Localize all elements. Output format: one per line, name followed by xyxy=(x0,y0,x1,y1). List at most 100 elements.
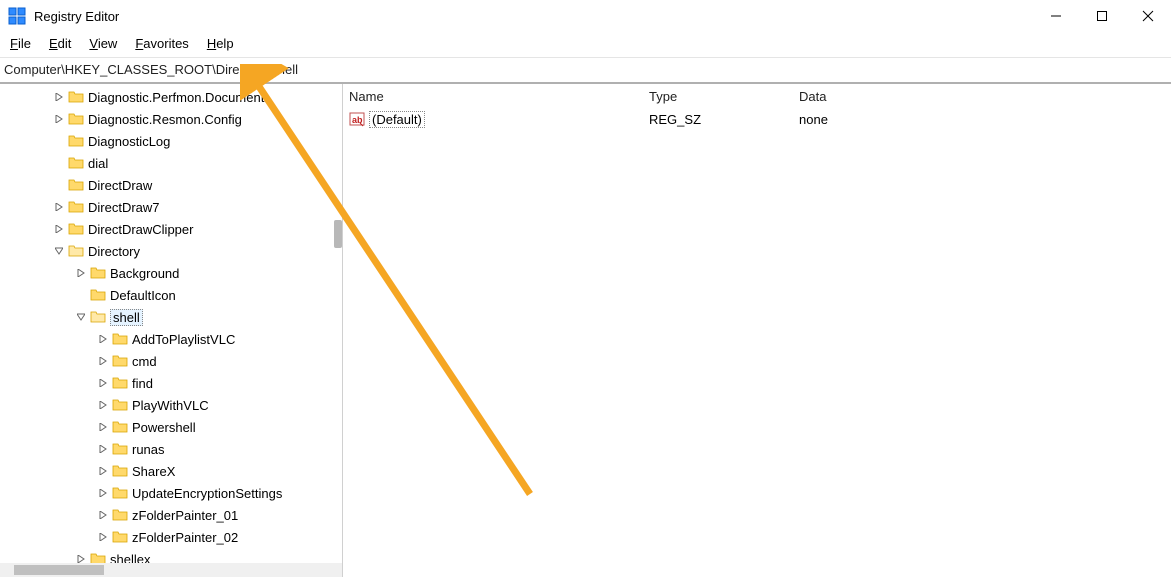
chevron-right-icon[interactable] xyxy=(74,555,88,563)
scrollbar-thumb[interactable] xyxy=(14,565,104,575)
chevron-right-icon[interactable] xyxy=(96,445,110,453)
tree-node[interactable]: AddToPlaylistVLC xyxy=(0,328,342,350)
tree-node-label[interactable]: dial xyxy=(88,156,108,171)
chevron-down-icon[interactable] xyxy=(74,313,88,321)
chevron-right-icon[interactable] xyxy=(52,203,66,211)
folder-icon xyxy=(68,156,84,170)
folder-icon xyxy=(68,244,84,258)
tree-node-label[interactable]: DirectDraw xyxy=(88,178,152,193)
tree-node-label[interactable]: Background xyxy=(110,266,179,281)
column-data[interactable]: Data xyxy=(799,89,1171,104)
menu-file[interactable]: File xyxy=(10,36,31,51)
menu-edit[interactable]: Edit xyxy=(49,36,71,51)
string-value-icon: ab xyxy=(349,111,365,127)
address-bar[interactable]: Computer\HKEY_CLASSES_ROOT\Directory\she… xyxy=(0,58,1171,84)
folder-icon xyxy=(112,376,128,390)
tree-node[interactable]: Powershell xyxy=(0,416,342,438)
tree-node-label[interactable]: cmd xyxy=(132,354,157,369)
tree-node[interactable]: zFolderPainter_02 xyxy=(0,526,342,548)
chevron-right-icon[interactable] xyxy=(96,379,110,387)
tree-node-label[interactable]: find xyxy=(132,376,153,391)
horizontal-scrollbar[interactable] xyxy=(0,563,343,577)
list-pane[interactable]: Name Type Data ab (Default) REG_SZnone xyxy=(343,84,1171,577)
menu-view[interactable]: View xyxy=(89,36,117,51)
tree-node[interactable]: UpdateEncryptionSettings xyxy=(0,482,342,504)
tree-node-label[interactable]: runas xyxy=(132,442,165,457)
tree-node-label[interactable]: DefaultIcon xyxy=(110,288,176,303)
chevron-right-icon[interactable] xyxy=(52,225,66,233)
tree-node[interactable]: DirectDraw7 xyxy=(0,196,342,218)
chevron-right-icon[interactable] xyxy=(96,357,110,365)
panes: Diagnostic.Perfmon.Document Diagnostic.Re… xyxy=(0,84,1171,577)
folder-icon xyxy=(112,332,128,346)
folder-icon xyxy=(68,90,84,104)
folder-icon xyxy=(112,420,128,434)
folder-icon xyxy=(68,200,84,214)
folder-icon xyxy=(90,288,106,302)
tree-node[interactable]: DefaultIcon xyxy=(0,284,342,306)
folder-icon xyxy=(68,222,84,236)
tree-pane[interactable]: Diagnostic.Perfmon.Document Diagnostic.Re… xyxy=(0,84,343,577)
close-button[interactable] xyxy=(1125,0,1171,32)
chevron-right-icon[interactable] xyxy=(74,269,88,277)
tree-node-label[interactable]: DiagnosticLog xyxy=(88,134,170,149)
chevron-down-icon[interactable] xyxy=(52,247,66,255)
tree-node-label[interactable]: Powershell xyxy=(132,420,196,435)
folder-icon xyxy=(112,464,128,478)
list-row[interactable]: ab (Default) REG_SZnone xyxy=(343,108,1171,130)
tree-node-label[interactable]: zFolderPainter_02 xyxy=(132,530,238,545)
chevron-right-icon[interactable] xyxy=(96,467,110,475)
tree-node[interactable]: shell xyxy=(0,306,342,328)
value-data: none xyxy=(799,112,1171,127)
tree-node[interactable]: find xyxy=(0,372,342,394)
chevron-right-icon[interactable] xyxy=(96,489,110,497)
tree-node-label[interactable]: zFolderPainter_01 xyxy=(132,508,238,523)
tree-node[interactable]: ShareX xyxy=(0,460,342,482)
tree-node-label[interactable]: DirectDrawClipper xyxy=(88,222,193,237)
tree-node-label[interactable]: DirectDraw7 xyxy=(88,200,160,215)
value-type: REG_SZ xyxy=(649,112,799,127)
menu-help[interactable]: Help xyxy=(207,36,234,51)
tree-node[interactable]: DiagnosticLog xyxy=(0,130,342,152)
chevron-right-icon[interactable] xyxy=(96,401,110,409)
maximize-button[interactable] xyxy=(1079,0,1125,32)
tree-node-label[interactable]: ShareX xyxy=(132,464,175,479)
tree-node-label[interactable]: UpdateEncryptionSettings xyxy=(132,486,282,501)
tree-node[interactable]: DirectDraw xyxy=(0,174,342,196)
minimize-button[interactable] xyxy=(1033,0,1079,32)
tree-node[interactable]: Diagnostic.Perfmon.Document xyxy=(0,86,342,108)
tree-node-label[interactable]: AddToPlaylistVLC xyxy=(132,332,235,347)
tree-node-label[interactable]: Diagnostic.Perfmon.Document xyxy=(88,90,264,105)
tree-node[interactable]: Background xyxy=(0,262,342,284)
folder-icon xyxy=(68,178,84,192)
tree-node[interactable]: Diagnostic.Resmon.Config xyxy=(0,108,342,130)
tree-node-label[interactable]: shell xyxy=(110,309,143,326)
chevron-right-icon[interactable] xyxy=(52,93,66,101)
chevron-right-icon[interactable] xyxy=(96,511,110,519)
tree-node-label[interactable]: Directory xyxy=(88,244,140,259)
svg-text:ab: ab xyxy=(352,115,363,125)
value-name[interactable]: (Default) xyxy=(369,111,425,128)
column-type[interactable]: Type xyxy=(649,89,799,104)
tree-node-label[interactable]: PlayWithVLC xyxy=(132,398,209,413)
tree-node[interactable]: PlayWithVLC xyxy=(0,394,342,416)
folder-icon xyxy=(90,310,106,324)
titlebar: Registry Editor xyxy=(0,0,1171,32)
tree-node[interactable]: runas xyxy=(0,438,342,460)
tree-node[interactable]: Directory xyxy=(0,240,342,262)
tree-node[interactable]: cmd xyxy=(0,350,342,372)
folder-icon xyxy=(112,530,128,544)
tree-node-label[interactable]: Diagnostic.Resmon.Config xyxy=(88,112,242,127)
folder-icon xyxy=(112,354,128,368)
tree-node[interactable]: zFolderPainter_01 xyxy=(0,504,342,526)
chevron-right-icon[interactable] xyxy=(96,533,110,541)
tree-node[interactable]: dial xyxy=(0,152,342,174)
menu-favorites[interactable]: Favorites xyxy=(135,36,188,51)
window-controls xyxy=(1033,0,1171,32)
column-name[interactable]: Name xyxy=(349,89,649,104)
tree-node[interactable]: DirectDrawClipper xyxy=(0,218,342,240)
splitter-handle[interactable] xyxy=(334,220,342,248)
chevron-right-icon[interactable] xyxy=(52,115,66,123)
chevron-right-icon[interactable] xyxy=(96,423,110,431)
chevron-right-icon[interactable] xyxy=(96,335,110,343)
